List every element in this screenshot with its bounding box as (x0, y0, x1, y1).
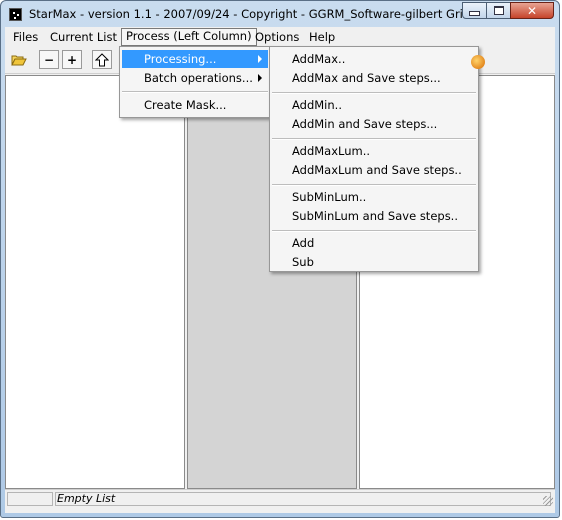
processing-submenu: AddMax.. AddMax and Save steps... AddMin… (269, 46, 479, 272)
submenu-sub[interactable]: Sub (272, 253, 476, 272)
maximize-icon (493, 6, 504, 15)
title-bar[interactable]: StarMax - version 1.1 - 2007/09/24 - Cop… (1, 1, 559, 27)
minus-button[interactable]: − (39, 50, 59, 69)
processing-label: Processing... (144, 52, 217, 66)
sun-icon[interactable] (471, 55, 485, 69)
submenu-arrow-icon (258, 74, 262, 82)
submenu-addmax[interactable]: AddMax.. (272, 50, 476, 69)
minimize-button[interactable] (462, 2, 487, 19)
menu-process[interactable]: Process (Left Column) (121, 28, 257, 46)
submenu-separator (272, 230, 476, 232)
menu-options[interactable]: Options (251, 29, 303, 45)
menu-current-list[interactable]: Current List (46, 29, 121, 45)
submenu-add[interactable]: Add (272, 234, 476, 253)
submenu-addmaxlum[interactable]: AddMaxLum.. (272, 142, 476, 161)
process-dropdown: Processing... Batch operations... Create… (119, 46, 271, 118)
window-title: StarMax - version 1.1 - 2007/09/24 - Cop… (29, 7, 492, 21)
process-menu-batch[interactable]: Batch operations... (122, 69, 268, 87)
minus-icon: − (43, 52, 55, 67)
process-menu-processing[interactable]: Processing... (122, 50, 268, 68)
plus-icon: + (66, 52, 78, 67)
submenu-separator (272, 138, 476, 140)
up-button[interactable] (92, 50, 112, 69)
up-arrow-icon (95, 52, 109, 66)
menu-separator (122, 91, 268, 93)
submenu-addmax-save[interactable]: AddMax and Save steps... (272, 69, 476, 88)
submenu-addmin-save[interactable]: AddMin and Save steps... (272, 115, 476, 134)
submenu-arrow-icon (258, 55, 262, 63)
submenu-subminlum-save[interactable]: SubMinLum and Save steps.. (272, 207, 476, 226)
close-button[interactable]: ✕ (510, 2, 554, 19)
app-window: StarMax - version 1.1 - 2007/09/24 - Cop… (0, 0, 560, 518)
menu-bar: Files Current List Process (Left Column)… (5, 27, 555, 47)
open-folder-icon (11, 55, 27, 65)
resize-grip-icon[interactable] (543, 496, 553, 506)
minimize-icon (469, 11, 480, 16)
status-text: Empty List (57, 492, 116, 505)
status-bar: Empty List (5, 489, 555, 508)
create-mask-label: Create Mask... (144, 98, 227, 112)
menu-help[interactable]: Help (305, 29, 339, 45)
menu-files[interactable]: Files (9, 29, 42, 45)
app-icon[interactable] (9, 8, 22, 21)
submenu-addmin[interactable]: AddMin.. (272, 96, 476, 115)
submenu-separator (272, 92, 476, 94)
left-column-panel[interactable] (5, 75, 185, 489)
submenu-subminlum[interactable]: SubMinLum.. (272, 188, 476, 207)
submenu-separator (272, 184, 476, 186)
process-menu-create-mask[interactable]: Create Mask... (122, 96, 268, 114)
maximize-button[interactable] (486, 2, 511, 19)
submenu-addmaxlum-save[interactable]: AddMaxLum and Save steps.. (272, 161, 476, 180)
batch-operations-label: Batch operations... (144, 71, 253, 85)
close-icon: ✕ (526, 3, 538, 18)
open-folder-button[interactable] (9, 50, 29, 69)
status-pane-2 (55, 492, 551, 506)
plus-button[interactable]: + (62, 50, 82, 69)
status-pane-1 (7, 492, 53, 506)
